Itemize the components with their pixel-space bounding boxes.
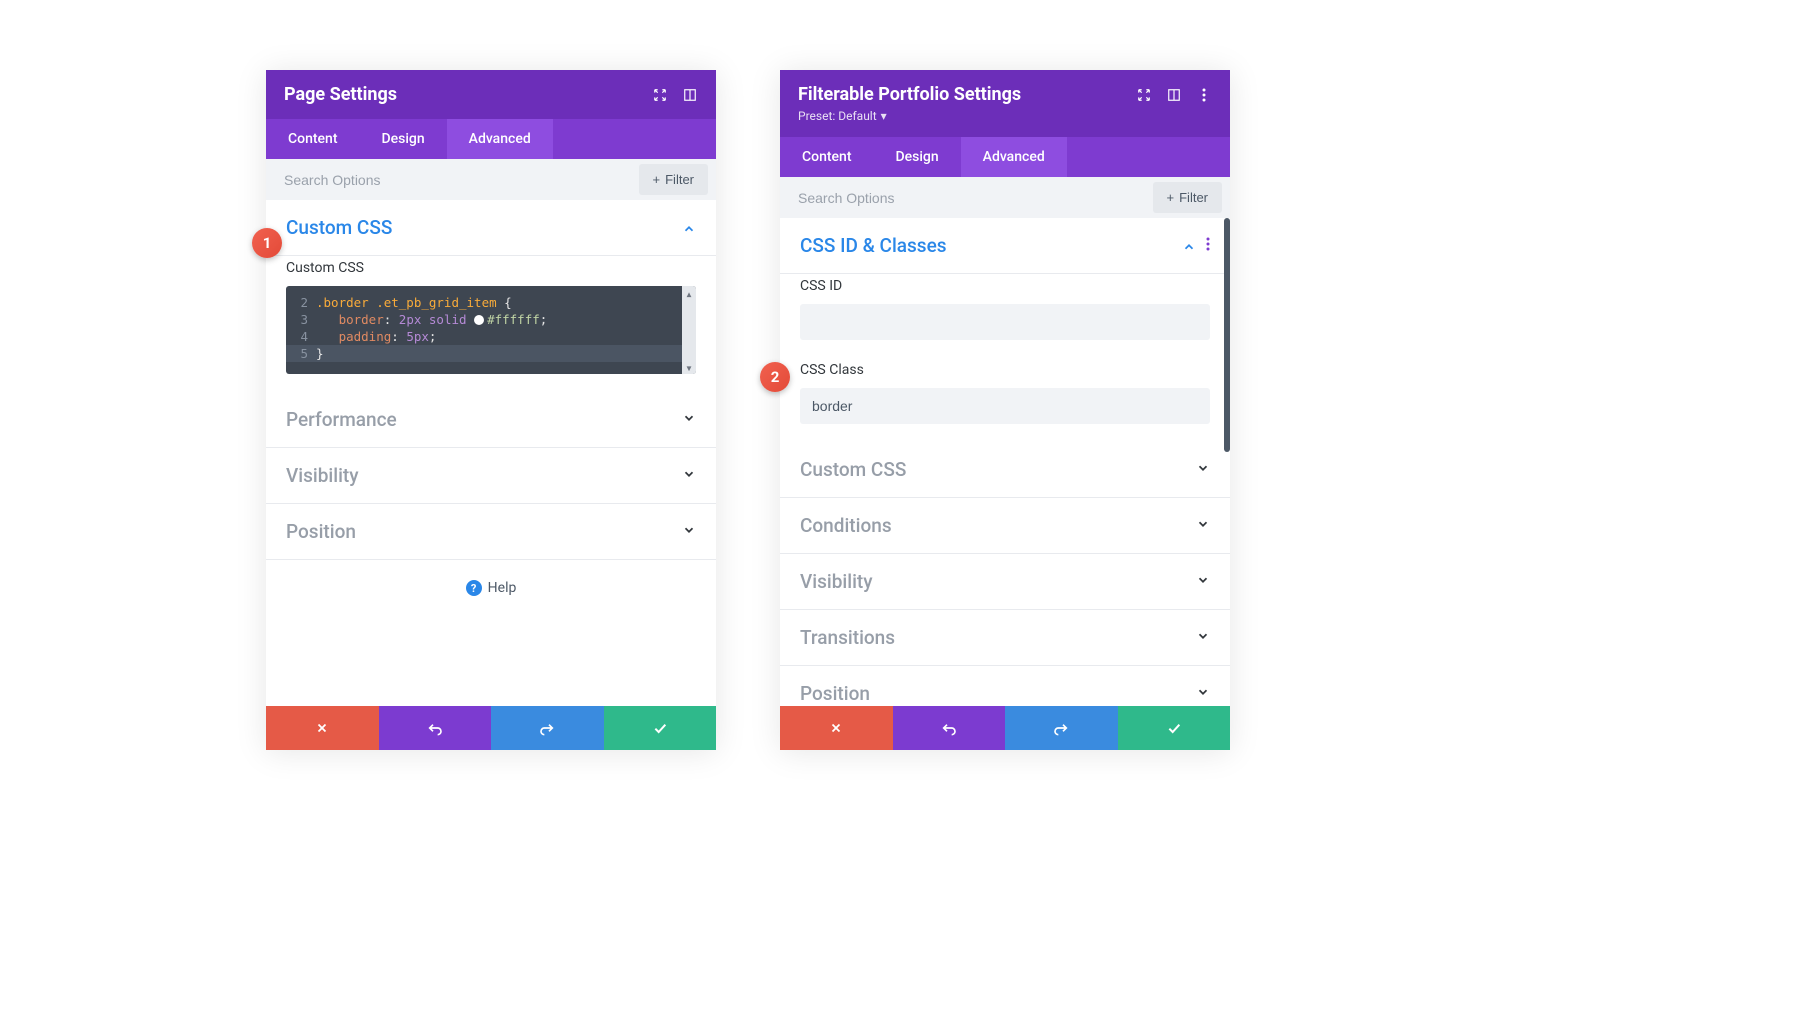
accordion-title: Visibility <box>286 464 359 487</box>
css-id-input[interactable] <box>800 304 1210 340</box>
accordion-title: Custom CSS <box>286 216 392 239</box>
undo-button[interactable] <box>379 706 492 750</box>
tab-advanced[interactable]: Advanced <box>447 119 553 159</box>
callout-badge-1: 1 <box>252 228 282 258</box>
cancel-button[interactable] <box>266 706 379 750</box>
more-icon[interactable] <box>1196 87 1212 103</box>
css-id-label: CSS ID <box>800 278 1210 294</box>
filter-label: Filter <box>665 172 694 187</box>
custom-css-label: Custom CSS <box>286 260 696 276</box>
filter-button[interactable]: + Filter <box>639 164 708 195</box>
tab-content[interactable]: Content <box>780 137 874 177</box>
color-swatch-icon <box>474 315 484 325</box>
accordion-transitions[interactable]: Transitions <box>780 610 1230 666</box>
filter-label: Filter <box>1179 190 1208 205</box>
plus-icon: + <box>653 172 661 187</box>
footer <box>266 706 716 750</box>
footer <box>780 706 1230 750</box>
code-line: 3 border: 2px solid #ffffff; <box>286 311 688 328</box>
css-class-label: CSS Class <box>800 362 1210 378</box>
code-scrollbar[interactable]: ▴ ▾ <box>682 286 696 374</box>
callout-badge-2: 2 <box>760 362 790 392</box>
chevron-down-icon <box>1196 460 1210 479</box>
search-input[interactable] <box>780 178 1153 218</box>
chevron-down-icon <box>1196 516 1210 535</box>
accordion-custom-css[interactable]: Custom CSS <box>266 200 716 256</box>
page-settings-panel: Page Settings Content Design Advanced + … <box>266 70 716 750</box>
wireframe-icon[interactable] <box>1166 87 1182 103</box>
wireframe-icon[interactable] <box>682 87 698 103</box>
redo-button[interactable] <box>491 706 604 750</box>
panel-header: Page Settings <box>266 70 716 119</box>
accordion-conditions[interactable]: Conditions <box>780 498 1230 554</box>
accordion-title: Position <box>286 520 356 543</box>
accordion-title: Performance <box>286 408 397 431</box>
tab-content[interactable]: Content <box>266 119 360 159</box>
accordion-title: Visibility <box>800 570 873 593</box>
expand-icon[interactable] <box>1136 87 1152 103</box>
chevron-down-icon <box>682 522 696 541</box>
panel-title: Filterable Portfolio Settings <box>798 84 1021 105</box>
panel-body: CSS ID & Classes CSS ID CSS Class Custom… <box>780 218 1230 706</box>
css-section-content: CSS ID CSS Class <box>780 278 1230 442</box>
search-row: + Filter <box>266 159 716 200</box>
accordion-title: Custom CSS <box>800 458 906 481</box>
help-icon: ? <box>466 580 482 596</box>
chevron-down-icon <box>682 410 696 429</box>
chevron-down-icon <box>1196 628 1210 647</box>
chevron-down-icon <box>1196 572 1210 591</box>
panel-title: Page Settings <box>284 84 397 105</box>
css-class-input[interactable] <box>800 388 1210 424</box>
help-label: Help <box>488 580 517 596</box>
search-row: + Filter <box>780 177 1230 218</box>
accordion-position[interactable]: Position <box>780 666 1230 706</box>
chevron-up-icon <box>682 218 696 237</box>
accordion-title: Position <box>800 682 870 705</box>
portfolio-settings-panel: Filterable Portfolio Settings Preset: De… <box>780 70 1230 750</box>
expand-icon[interactable] <box>652 87 668 103</box>
accordion-custom-css[interactable]: Custom CSS <box>780 442 1230 498</box>
chevron-down-icon <box>682 466 696 485</box>
help-row[interactable]: ? Help <box>266 560 716 616</box>
accordion-title: Conditions <box>800 514 892 537</box>
tabs: Content Design Advanced <box>780 137 1230 177</box>
redo-button[interactable] <box>1005 706 1118 750</box>
caret-down-icon: ▾ <box>881 109 887 123</box>
save-button[interactable] <box>604 706 717 750</box>
code-editor[interactable]: 2.border .et_pb_grid_item {3 border: 2px… <box>286 286 696 374</box>
accordion-css-id-classes[interactable]: CSS ID & Classes <box>780 218 1230 274</box>
tab-design[interactable]: Design <box>360 119 447 159</box>
cancel-button[interactable] <box>780 706 893 750</box>
accordion-title: CSS ID & Classes <box>800 234 947 257</box>
preset-label: Preset: Default <box>798 109 877 123</box>
chevron-up-icon <box>1182 236 1196 255</box>
tab-advanced[interactable]: Advanced <box>961 137 1067 177</box>
custom-css-content: Custom CSS 2.border .et_pb_grid_item {3 … <box>266 260 716 392</box>
accordion-visibility[interactable]: Visibility <box>266 448 716 504</box>
plus-icon: + <box>1167 190 1175 205</box>
chevron-down-icon <box>1196 684 1210 703</box>
accordion-position[interactable]: Position <box>266 504 716 560</box>
code-line: 4 padding: 5px; <box>286 328 688 345</box>
preset-selector[interactable]: Preset: Default ▾ <box>798 109 1212 123</box>
accordion-title: Transitions <box>800 626 895 649</box>
filter-button[interactable]: + Filter <box>1153 182 1222 213</box>
more-icon[interactable] <box>1206 236 1210 255</box>
save-button[interactable] <box>1118 706 1231 750</box>
undo-button[interactable] <box>893 706 1006 750</box>
tabs: Content Design Advanced <box>266 119 716 159</box>
search-input[interactable] <box>266 160 639 200</box>
scroll-down-icon: ▾ <box>682 360 696 374</box>
panel-header: Filterable Portfolio Settings Preset: De… <box>780 70 1230 137</box>
panel-body: Custom CSS Custom CSS 2.border .et_pb_gr… <box>266 200 716 706</box>
tab-design[interactable]: Design <box>874 137 961 177</box>
accordion-performance[interactable]: Performance <box>266 392 716 448</box>
scroll-up-icon: ▴ <box>682 286 696 300</box>
scrollbar-thumb[interactable] <box>1224 218 1230 452</box>
code-line: 2.border .et_pb_grid_item { <box>286 294 688 311</box>
accordion-visibility[interactable]: Visibility <box>780 554 1230 610</box>
code-line: 5} <box>286 345 688 362</box>
